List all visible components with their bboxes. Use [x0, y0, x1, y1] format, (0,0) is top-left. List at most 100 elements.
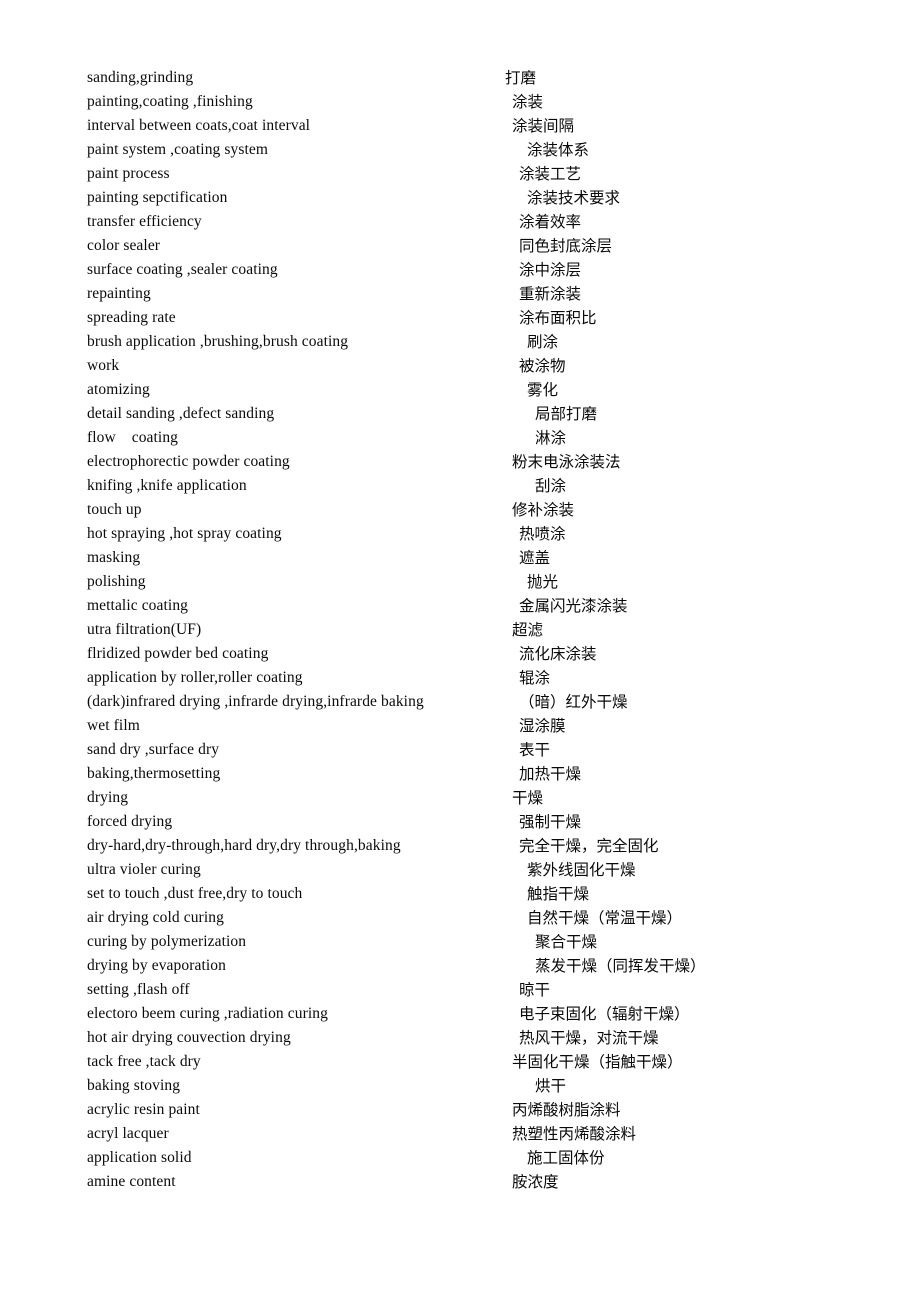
glossary-row: baking stoving 烘干: [87, 1074, 847, 1098]
glossary-row: surface coating ,sealer coating 涂中涂层: [87, 258, 847, 282]
term-chinese: 涂布面积比: [519, 309, 597, 327]
glossary-row: application solid 施工固体份: [87, 1146, 847, 1170]
term-chinese: 淋涂: [535, 429, 567, 447]
term-chinese: 电子束固化（辐射干燥）: [519, 1005, 690, 1023]
term-chinese: 热风干燥，对流干燥: [519, 1029, 659, 1047]
glossary-row: paint system ,coating system 涂装体系: [87, 138, 847, 162]
term-chinese: 紫外线固化干燥: [527, 861, 636, 879]
term-english: tack free ,tack dry: [87, 1053, 201, 1070]
term-english: drying by evaporation: [87, 957, 226, 974]
term-chinese: 半固化干燥（指触干燥）: [512, 1053, 683, 1071]
term-english: masking: [87, 549, 141, 566]
glossary-row: hot spraying ,hot spray coating 热喷涂: [87, 522, 847, 546]
glossary-row: curing by polymerization 聚合干燥: [87, 930, 847, 954]
term-english: baking stoving: [87, 1077, 181, 1094]
term-english: ultra violer curing: [87, 861, 201, 878]
term-chinese: 烘干: [535, 1077, 567, 1095]
term-english: acrylic resin paint: [87, 1101, 200, 1118]
glossary-row: sand dry ,surface dry 表干: [87, 738, 847, 762]
term-chinese: 辊涂: [519, 669, 551, 687]
term-chinese: 强制干燥: [519, 813, 582, 831]
term-chinese: 修补涂装: [512, 501, 575, 519]
term-chinese: 热喷涂: [519, 525, 566, 543]
glossary-row: wet film 湿涂膜: [87, 714, 847, 738]
glossary-row: detail sanding ,defect sanding 局部打磨: [87, 402, 847, 426]
glossary-row: knifing ,knife application 刮涂: [87, 474, 847, 498]
term-chinese: 热塑性丙烯酸涂料: [512, 1125, 637, 1143]
term-english: surface coating ,sealer coating: [87, 261, 278, 278]
term-english: spreading rate: [87, 309, 176, 326]
glossary-row: utra filtration(UF) 超滤: [87, 618, 847, 642]
term-english: brush application ,brushing,brush coatin…: [87, 333, 349, 350]
term-chinese: 表干: [519, 741, 551, 759]
glossary-row: electrophorectic powder coating 粉末电泳涂装法: [87, 450, 847, 474]
term-chinese: 聚合干燥: [535, 933, 598, 951]
term-chinese: 蒸发干燥（同挥发干燥）: [535, 957, 706, 975]
glossary-row: setting ,flash off 晾干: [87, 978, 847, 1002]
term-chinese: 超滤: [512, 621, 544, 639]
term-chinese: 雾化: [527, 381, 559, 399]
glossary-row: color sealer 同色封底涂层: [87, 234, 847, 258]
glossary-row: interval between coats,coat interval 涂装间隔: [87, 114, 847, 138]
term-chinese: 遮盖: [519, 549, 551, 567]
glossary-row: ultra violer curing 紫外线固化干燥: [87, 858, 847, 882]
term-chinese: 湿涂膜: [519, 717, 566, 735]
term-english: set to touch ,dust free,dry to touch: [87, 885, 303, 902]
term-english: sand dry ,surface dry: [87, 741, 220, 758]
glossary-row: repainting 重新涂装: [87, 282, 847, 306]
term-chinese: 重新涂装: [519, 285, 582, 303]
term-chinese: 完全干燥，完全固化: [519, 837, 659, 855]
term-english: painting,coating ,finishing: [87, 93, 253, 110]
term-english: painting sepctification: [87, 189, 228, 206]
glossary-row: dry-hard,dry-through,hard dry,dry throug…: [87, 834, 847, 858]
term-chinese: 加热干燥: [519, 765, 582, 783]
glossary-row: sanding,grinding 打磨: [87, 66, 847, 90]
term-english: paint system ,coating system: [87, 141, 269, 158]
term-english: color sealer: [87, 237, 161, 254]
term-english: amine content: [87, 1173, 176, 1190]
term-english: utra filtration(UF): [87, 621, 202, 638]
term-english: drying: [87, 789, 129, 806]
term-chinese: 涂装技术要求: [527, 189, 621, 207]
term-chinese: 流化床涂装: [519, 645, 597, 663]
glossary-row: (dark)infrared drying ,infrarde drying,i…: [87, 690, 847, 714]
glossary-row: flow coating 淋涂: [87, 426, 847, 450]
term-english: electoro beem curing ,radiation curing: [87, 1005, 328, 1022]
glossary-row: painting,coating ,finishing 涂装: [87, 90, 847, 114]
glossary-row: drying by evaporation 蒸发干燥（同挥发干燥）: [87, 954, 847, 978]
glossary-row: masking 遮盖: [87, 546, 847, 570]
term-english: work: [87, 357, 120, 374]
term-english: hot spraying ,hot spray coating: [87, 525, 282, 542]
term-chinese: 干燥: [512, 789, 544, 807]
document-page: sanding,grinding 打磨 painting,coating ,fini…: [0, 0, 920, 1302]
term-chinese: 涂装工艺: [519, 165, 582, 183]
term-english: sanding,grinding: [87, 69, 194, 86]
term-chinese: 涂装: [512, 93, 544, 111]
term-chinese: 自然干燥（常温干燥）: [527, 909, 683, 927]
glossary-row: spreading rate 涂布面积比: [87, 306, 847, 330]
term-chinese: 涂装体系: [527, 141, 590, 159]
glossary-row: acryl lacquer 热塑性丙烯酸涂料: [87, 1122, 847, 1146]
term-chinese: （暗）红外干燥: [519, 693, 628, 711]
glossary-row: tack free ,tack dry 半固化干燥（指触干燥）: [87, 1050, 847, 1074]
term-english: detail sanding ,defect sanding: [87, 405, 275, 422]
term-english: hot air drying couvection drying: [87, 1029, 291, 1046]
term-chinese: 丙烯酸树脂涂料: [512, 1101, 621, 1119]
glossary-row: drying 干燥: [87, 786, 847, 810]
glossary-row: hot air drying couvection drying 热风干燥，对流干…: [87, 1026, 847, 1050]
term-chinese: 刷涂: [527, 333, 559, 351]
term-chinese: 打磨: [505, 69, 537, 87]
term-chinese: 晾干: [519, 981, 551, 999]
glossary-row: atomizing 雾化: [87, 378, 847, 402]
term-english: curing by polymerization: [87, 933, 247, 950]
glossary-row: baking,thermosetting 加热干燥: [87, 762, 847, 786]
term-chinese: 涂装间隔: [512, 117, 575, 135]
term-chinese: 抛光: [527, 573, 559, 591]
term-english: polishing: [87, 573, 146, 590]
term-english: wet film: [87, 717, 140, 734]
glossary-row: polishing 抛光: [87, 570, 847, 594]
term-chinese: 涂中涂层: [519, 261, 582, 279]
glossary-row: mettalic coating 金属闪光漆涂装: [87, 594, 847, 618]
term-english: dry-hard,dry-through,hard dry,dry throug…: [87, 837, 401, 854]
glossary-row: air drying cold curing 自然干燥（常温干燥）: [87, 906, 847, 930]
